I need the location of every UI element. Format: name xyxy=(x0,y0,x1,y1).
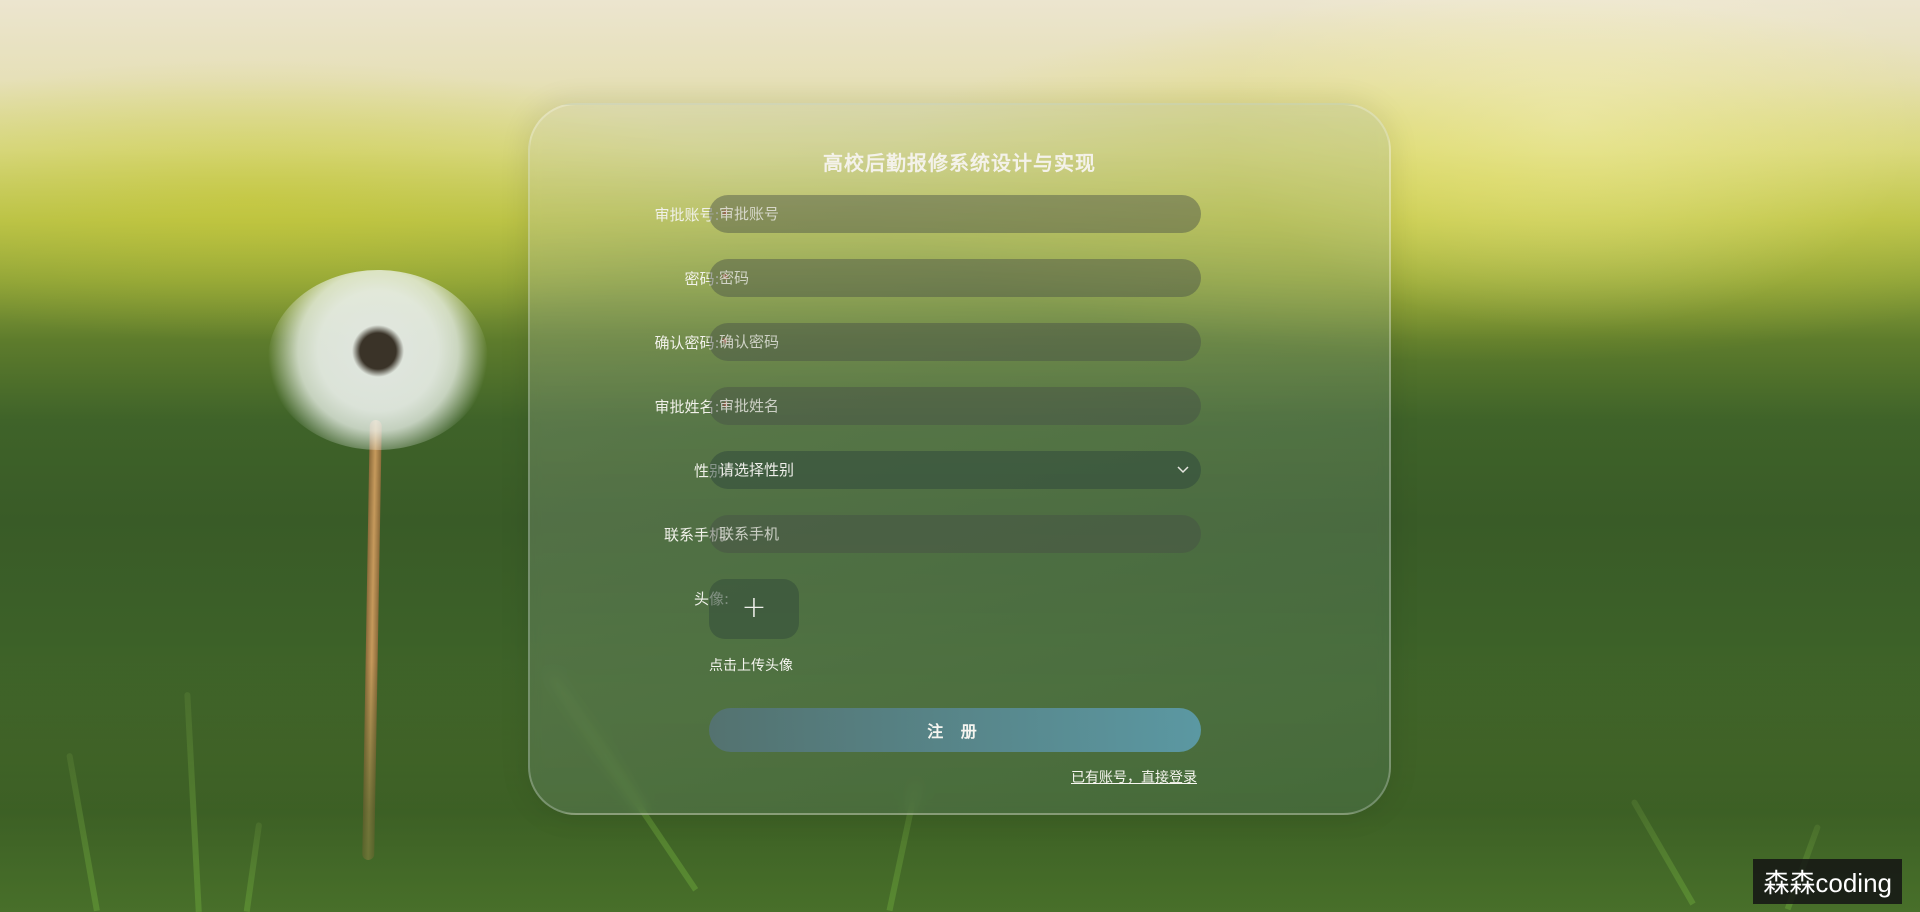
name-row: 审批姓名: * xyxy=(530,387,1389,425)
plus-icon: + xyxy=(741,590,767,625)
password-row: 密码: * xyxy=(530,259,1389,297)
login-link[interactable]: 已有账号，直接登录 xyxy=(1071,767,1197,787)
account-input[interactable] xyxy=(709,195,1201,233)
phone-input[interactable] xyxy=(709,515,1201,553)
password-input[interactable] xyxy=(709,259,1201,297)
gender-row: 性别: 请选择性别 xyxy=(530,451,1389,489)
chevron-down-icon xyxy=(1177,451,1189,489)
account-row: 审批账号: * xyxy=(530,195,1389,233)
name-input[interactable] xyxy=(709,387,1201,425)
dandelion-head xyxy=(268,270,488,450)
watermark: 森森coding xyxy=(1753,859,1902,904)
confirm-password-input[interactable] xyxy=(709,323,1201,361)
register-button[interactable]: 注 册 xyxy=(709,708,1201,752)
avatar-row: 头像: + xyxy=(530,579,1389,639)
avatar-upload-button[interactable]: + xyxy=(709,579,799,639)
gender-select-value: 请选择性别 xyxy=(719,461,795,479)
confirm-password-row: 确认密码: * xyxy=(530,323,1389,361)
phone-row: 联系手机: xyxy=(530,515,1389,553)
avatar-upload-hint: 点击上传头像 xyxy=(709,658,793,674)
register-card: 高校后勤报修系统设计与实现 审批账号:* 密码:* 确认密码:* 审批姓名:* … xyxy=(528,103,1391,815)
gender-select[interactable]: 请选择性别 xyxy=(709,451,1201,489)
page-title: 高校后勤报修系统设计与实现 xyxy=(823,151,1096,175)
